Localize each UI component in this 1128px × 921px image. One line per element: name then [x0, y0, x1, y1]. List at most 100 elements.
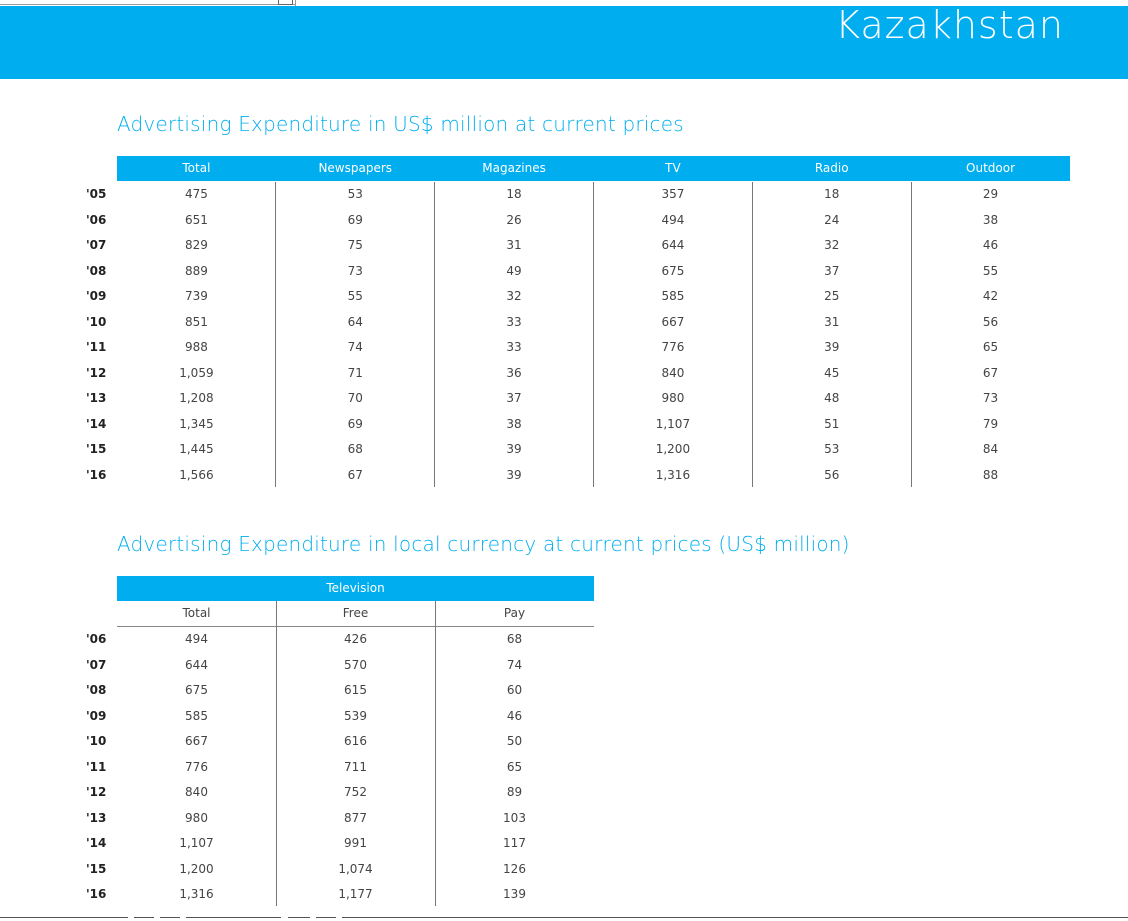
table-cell: 29	[982, 187, 999, 201]
table-cell: 73	[347, 263, 363, 278]
table-cell: 18	[824, 187, 840, 201]
table-cell: 752	[344, 785, 367, 799]
column-header: Radio	[814, 161, 849, 175]
table-cell: 585	[185, 708, 208, 723]
column-divider	[434, 182, 436, 487]
table-cell: 64	[347, 314, 363, 329]
table-cell: 776	[661, 340, 685, 354]
table-cell: 32	[506, 289, 522, 303]
table-cell: 980	[661, 391, 685, 405]
table-cell: 69	[347, 212, 363, 227]
bottom-rule	[342, 917, 1128, 918]
table-cell: 991	[344, 836, 367, 850]
table-cell: 49	[506, 263, 522, 278]
table-cell: 851	[184, 314, 208, 329]
bottom-rule	[288, 917, 310, 918]
column-header: Free	[342, 606, 369, 620]
table-cell: 39	[824, 340, 840, 354]
table-cell: 36	[506, 365, 522, 380]
table-cell: 74	[506, 657, 523, 672]
column-header: Total	[182, 606, 211, 620]
table1-title: Advertising Expenditure in US$ million a…	[117, 112, 684, 136]
table-cell: 45	[824, 365, 840, 380]
column-divider	[275, 182, 277, 487]
table-cell: 26	[506, 212, 522, 227]
table-cell: 616	[344, 734, 367, 748]
table-cell: 55	[982, 263, 999, 278]
table-cell: 56	[824, 467, 840, 482]
table-cell: 67	[347, 467, 363, 482]
table-cell: 33	[506, 314, 522, 329]
column-header: Outdoor	[966, 161, 1016, 175]
table-cell: 644	[661, 238, 685, 252]
column-divider	[910, 182, 912, 487]
subheader-underline	[117, 626, 594, 627]
table-cell: 39	[506, 467, 522, 482]
column-divider	[434, 601, 436, 906]
table-cell: 615	[344, 683, 367, 697]
table-cell: 73	[982, 391, 999, 405]
table-cell: 38	[982, 212, 999, 227]
table-cell: 494	[185, 632, 208, 646]
table-cell: 68	[347, 442, 363, 456]
table-cell: 1,316	[655, 467, 691, 482]
table-cell: 675	[661, 263, 685, 278]
table-cell: 84	[982, 442, 999, 456]
table-cell: 644	[185, 657, 208, 672]
table-cell: 1,566	[179, 467, 214, 482]
table-cell: 67	[982, 365, 999, 380]
table-cell: 70	[347, 391, 363, 405]
table-cell: 51	[824, 416, 840, 431]
column-header: Magazines	[482, 161, 546, 175]
table-cell: 33	[506, 340, 522, 354]
bottom-rule	[134, 917, 154, 918]
table-cell: 475	[184, 187, 208, 201]
table-cell: 711	[344, 759, 367, 774]
table-cell: 25	[824, 289, 840, 303]
table-cell: 75	[347, 238, 363, 252]
table-cell: 31	[506, 238, 522, 252]
table-cell: 117	[503, 836, 526, 850]
page-title: Kazakhstan	[835, 6, 1064, 47]
column-divider	[751, 182, 753, 487]
column-header: Total	[182, 161, 211, 175]
table-cell: 79	[982, 416, 999, 431]
table-cell: 1,200	[655, 442, 691, 456]
table-cell: 39	[506, 442, 522, 456]
table-cell: 56	[982, 314, 999, 329]
top-box-mark	[278, 0, 293, 5]
table-cell: 46	[982, 238, 999, 252]
table-cell: 24	[824, 212, 840, 227]
table-cell: 50	[506, 734, 523, 748]
bottom-rule	[316, 917, 336, 918]
table-cell: 357	[661, 187, 685, 201]
table-cell: 42	[982, 289, 999, 303]
table-cell: 32	[824, 238, 840, 252]
table-cell: 829	[184, 238, 208, 252]
table-cell: 675	[185, 683, 208, 697]
table-cell: 68	[506, 632, 523, 646]
bottom-rule	[186, 917, 281, 918]
column-divider	[592, 182, 594, 487]
table-cell: 570	[344, 657, 367, 672]
table-cell: 651	[184, 212, 208, 227]
table-cell: 69	[347, 416, 363, 431]
table2-title: Advertising Expenditure in local currenc…	[117, 532, 850, 556]
table-cell: 37	[824, 263, 840, 278]
table-cell: 88	[982, 467, 999, 482]
table-cell: 539	[344, 708, 367, 723]
table-cell: 585	[661, 289, 685, 303]
column-header: Pay	[503, 606, 526, 620]
table-cell: 739	[184, 289, 208, 303]
table-cell: 53	[824, 442, 840, 456]
table-cell: 74	[347, 340, 363, 354]
table-cell: 65	[506, 759, 523, 774]
table-cell: 980	[185, 810, 208, 825]
table-cell: 840	[661, 365, 685, 380]
table2-group-header: Television	[117, 576, 594, 601]
top-rule	[0, 4, 296, 5]
table-cell: 103	[503, 810, 526, 825]
table-cell: 1,107	[655, 416, 691, 431]
table-cell: 18	[506, 187, 522, 201]
table-cell: 37	[506, 391, 522, 405]
